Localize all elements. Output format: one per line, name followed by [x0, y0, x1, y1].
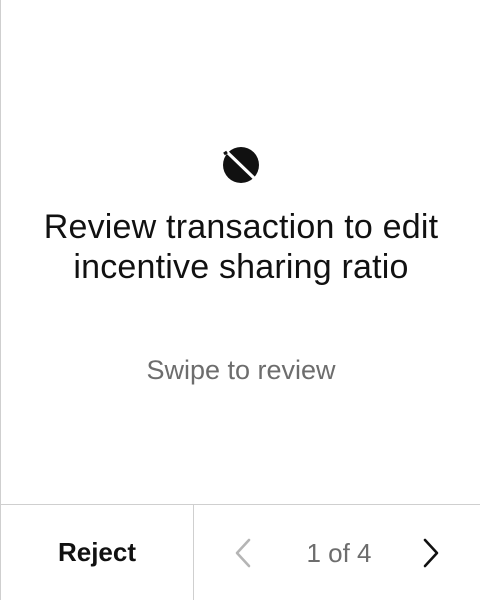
page-title: Review transaction to edit incentive sha… — [43, 208, 439, 286]
reject-button[interactable]: Reject — [1, 505, 194, 600]
page-indicator: 1 of 4 — [306, 538, 372, 568]
chevron-left-icon[interactable] — [226, 535, 262, 571]
chevron-right-icon[interactable] — [412, 535, 448, 571]
app-logo-icon — [223, 147, 259, 183]
page-navigation: 1 of 4 — [194, 505, 480, 600]
footer-bar: Reject 1 of 4 — [1, 504, 480, 600]
review-screen: Review transaction to edit incentive sha… — [0, 0, 480, 600]
review-content[interactable]: Review transaction to edit incentive sha… — [1, 0, 480, 504]
swipe-hint: Swipe to review — [146, 355, 336, 385]
